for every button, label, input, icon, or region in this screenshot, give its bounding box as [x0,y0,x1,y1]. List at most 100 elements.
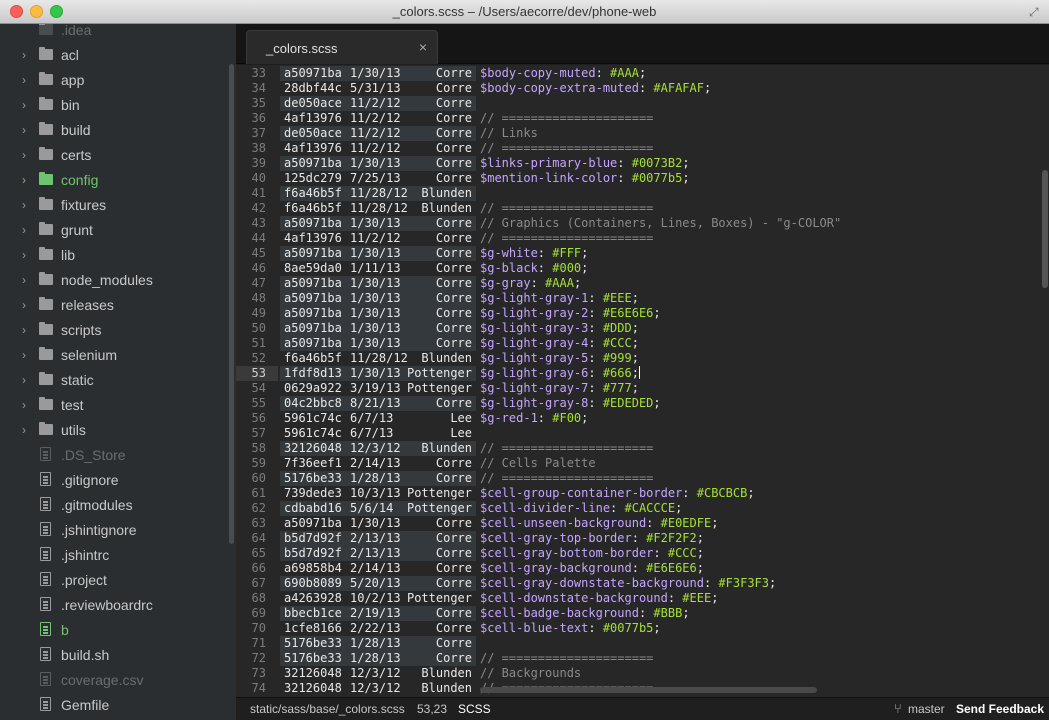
chevron-right-icon[interactable]: › [22,148,32,162]
git-blame-annotation[interactable]: bbecb1ce 2/19/13 Corre [280,606,476,621]
fullscreen-icon[interactable]: ⤢ [1029,5,1043,19]
git-blame-annotation[interactable]: 0629a922 3/19/13 Pottenger [280,381,476,396]
code-line[interactable]: 67 690b8089 5/20/13 Corre $cell-gray-downsta… [236,576,1049,591]
code-line[interactable]: 41 f6a46b5f 11/28/12 Blunden [236,186,1049,201]
sidebar-item[interactable]: › certs [0,142,229,167]
git-blame-annotation[interactable]: a69858b4 2/14/13 Corre [280,561,476,576]
git-blame-annotation[interactable]: 5176be33 1/28/13 Corre [280,636,476,651]
git-blame-annotation[interactable]: f6a46b5f 11/28/12 Blunden [280,351,476,366]
git-blame-annotation[interactable]: a50971ba 1/30/13 Corre [280,291,476,306]
code-line[interactable]: 66 a69858b4 2/14/13 Corre $cell-gray-backgro… [236,561,1049,576]
code-line[interactable]: 37 de050ace 11/2/12 Corre // Links [236,126,1049,141]
git-blame-annotation[interactable]: 8ae59da0 1/11/13 Corre [280,261,476,276]
code-line[interactable]: 71 5176be33 1/28/13 Corre [236,636,1049,651]
code-line[interactable]: 40 125dc279 7/25/13 Corre $mention-link-colo… [236,171,1049,186]
sidebar-item[interactable]: .gitmodules [0,492,229,517]
code-line[interactable]: 48 a50971ba 1/30/13 Corre $g-light-gray-1: #… [236,291,1049,306]
code-line[interactable]: 49 a50971ba 1/30/13 Corre $g-light-gray-2: #… [236,306,1049,321]
status-git-branch[interactable]: master [908,702,945,716]
editor-horizontal-scrollbar[interactable] [480,687,817,693]
sidebar-item[interactable]: › releases [0,292,229,317]
git-blame-annotation[interactable]: 4af13976 11/2/12 Corre [280,141,476,156]
code-line[interactable]: 72 5176be33 1/28/13 Corre // ===============… [236,651,1049,666]
git-blame-annotation[interactable]: 32126048 12/3/12 Blunden [280,666,476,681]
sidebar-item[interactable]: › lib [0,242,229,267]
chevron-right-icon[interactable]: › [22,248,32,262]
sidebar-item[interactable]: .gitignore [0,467,229,492]
git-blame-annotation[interactable]: a50971ba 1/30/13 Corre [280,246,476,261]
code-line[interactable]: 56 5961c74c 6/7/13 Lee $g-red-1: #F00; [236,411,1049,426]
sidebar-item[interactable]: .project [0,567,229,592]
sidebar-item[interactable]: .jshintignore [0,517,229,542]
git-blame-annotation[interactable]: b5d7d92f 2/13/13 Corre [280,546,476,561]
chevron-right-icon[interactable]: › [22,73,32,87]
code-line[interactable]: 33 a50971ba 1/30/13 Corre $body-copy-muted: … [236,66,1049,81]
code-line[interactable]: 55 04c2bbc8 8/21/13 Corre $g-light-gray-8: #… [236,396,1049,411]
code-line[interactable]: 42 f6a46b5f 11/28/12 Blunden // ============… [236,201,1049,216]
close-icon[interactable]: × [419,39,427,55]
sidebar-item[interactable]: › grunt [0,217,229,242]
code-line[interactable]: 50 a50971ba 1/30/13 Corre $g-light-gray-3: #… [236,321,1049,336]
git-blame-annotation[interactable]: a4263928 10/2/13 Pottenger [280,591,476,606]
chevron-right-icon[interactable]: › [22,273,32,287]
git-blame-annotation[interactable]: 5176be33 1/28/13 Corre [280,471,476,486]
code-line[interactable]: 63 a50971ba 1/30/13 Corre $cell-unseen-backg… [236,516,1049,531]
sidebar-item[interactable]: .idea [0,24,229,42]
code-line[interactable]: 38 4af13976 11/2/12 Corre // ===============… [236,141,1049,156]
git-blame-annotation[interactable]: 4af13976 11/2/12 Corre [280,231,476,246]
code-line[interactable]: 61 739dede3 10/3/13 Pottenger $cell-group-co… [236,486,1049,501]
code-editor[interactable]: 33 a50971ba 1/30/13 Corre $body-copy-muted: … [236,65,1049,697]
sidebar-item[interactable]: b [0,617,229,642]
code-line[interactable]: 34 28dbf44c 5/31/13 Corre $body-copy-extra-m… [236,81,1049,96]
git-blame-annotation[interactable]: de050ace 11/2/12 Corre [280,126,476,141]
git-blame-annotation[interactable]: 32126048 12/3/12 Blunden [280,441,476,456]
sidebar-item[interactable]: › config [0,167,229,192]
git-blame-annotation[interactable]: 1fdf8d13 1/30/13 Pottenger [280,366,476,381]
git-blame-annotation[interactable]: 5961c74c 6/7/13 Lee [280,411,476,426]
chevron-right-icon[interactable]: › [22,98,32,112]
sidebar-item[interactable]: › test [0,392,229,417]
sidebar-item[interactable]: › app [0,67,229,92]
git-blame-annotation[interactable]: f6a46b5f 11/28/12 Blunden [280,186,476,201]
sidebar-scrollbar[interactable] [229,64,234,544]
code-line[interactable]: 58 32126048 12/3/12 Blunden // =============… [236,441,1049,456]
code-line[interactable]: 44 4af13976 11/2/12 Corre // ===============… [236,231,1049,246]
code-line[interactable]: 54 0629a922 3/19/13 Pottenger $g-light-gray-… [236,381,1049,396]
code-line[interactable]: 65 b5d7d92f 2/13/13 Corre $cell-gray-bottom-… [236,546,1049,561]
chevron-right-icon[interactable]: › [22,298,32,312]
sidebar-item[interactable]: › selenium [0,342,229,367]
sidebar-item[interactable]: coverage.csv [0,667,229,692]
sidebar-item[interactable]: › static [0,367,229,392]
git-blame-annotation[interactable]: 125dc279 7/25/13 Corre [280,171,476,186]
code-line[interactable]: 62 cdbabd16 5/6/14 Pottenger $cell-divider-l… [236,501,1049,516]
code-line[interactable]: 68 a4263928 10/2/13 Pottenger $cell-downstat… [236,591,1049,606]
git-blame-annotation[interactable]: 5176be33 1/28/13 Corre [280,651,476,666]
code-line[interactable]: 64 b5d7d92f 2/13/13 Corre $cell-gray-top-bor… [236,531,1049,546]
git-blame-annotation[interactable]: 4af13976 11/2/12 Corre [280,111,476,126]
code-line[interactable]: 36 4af13976 11/2/12 Corre // ===============… [236,111,1049,126]
code-line[interactable]: 53 1fdf8d13 1/30/13 Pottenger $g-light-gray-… [236,366,1049,381]
code-line[interactable]: 35 de050ace 11/2/12 Corre [236,96,1049,111]
git-blame-annotation[interactable]: a50971ba 1/30/13 Corre [280,66,476,81]
sidebar-item[interactable]: Gemfile [0,692,229,717]
editor-vertical-scrollbar[interactable] [1042,170,1048,288]
code-line[interactable]: 43 a50971ba 1/30/13 Corre // Graphics (Conta… [236,216,1049,231]
status-syntax[interactable]: SCSS [458,702,491,716]
git-blame-annotation[interactable]: 5961c74c 6/7/13 Lee [280,426,476,441]
git-blame-annotation[interactable]: a50971ba 1/30/13 Corre [280,516,476,531]
git-blame-annotation[interactable]: 28dbf44c 5/31/13 Corre [280,81,476,96]
code-line[interactable]: 47 a50971ba 1/30/13 Corre $g-gray: #AAA; [236,276,1049,291]
code-line[interactable]: 73 32126048 12/3/12 Blunden // Backgrounds [236,666,1049,681]
code-line[interactable]: 60 5176be33 1/28/13 Corre // ===============… [236,471,1049,486]
git-blame-annotation[interactable]: 1cfe8166 2/22/13 Corre [280,621,476,636]
chevron-right-icon[interactable]: › [22,123,32,137]
chevron-right-icon[interactable]: › [22,398,32,412]
sidebar-item[interactable]: › build [0,117,229,142]
send-feedback-button[interactable]: Send Feedback [956,702,1044,716]
code-line[interactable]: 69 bbecb1ce 2/19/13 Corre $cell-badge-backgr… [236,606,1049,621]
sidebar-item[interactable]: › fixtures [0,192,229,217]
sidebar-item[interactable]: › scripts [0,317,229,342]
code-line[interactable]: 59 7f36eef1 2/14/13 Corre // Cells Palette [236,456,1049,471]
chevron-right-icon[interactable]: › [22,373,32,387]
code-line[interactable]: 39 a50971ba 1/30/13 Corre $links-primary-blu… [236,156,1049,171]
